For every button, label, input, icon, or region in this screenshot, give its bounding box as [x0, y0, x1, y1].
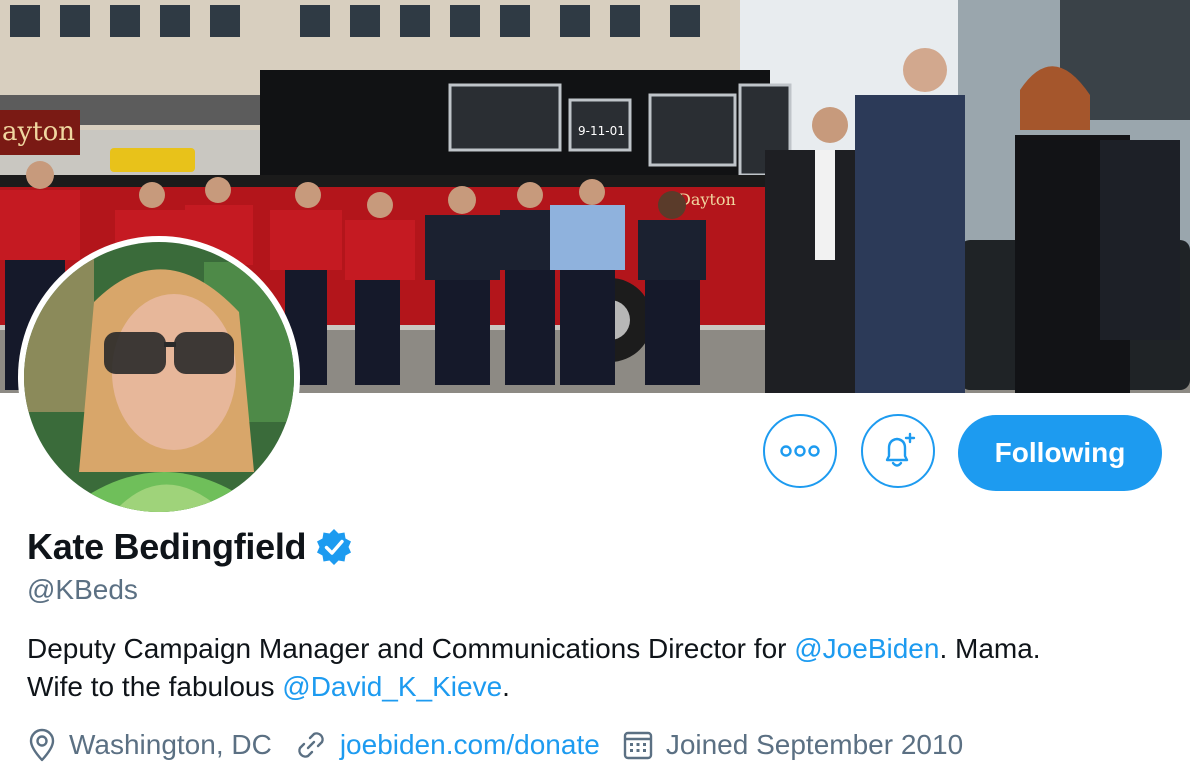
- bio-text: Wife to the fabulous: [27, 671, 283, 702]
- profile-name-row: Kate Bedingfield: [27, 526, 354, 568]
- website-link[interactable]: joebiden.com/donate: [340, 729, 600, 761]
- more-icon: [780, 445, 820, 457]
- notifications-button[interactable]: [861, 414, 935, 488]
- joined-item: Joined September 2010: [622, 729, 963, 761]
- location-text: Washington, DC: [69, 729, 272, 760]
- avatar-photo: [24, 242, 294, 512]
- verified-badge-icon: [314, 527, 354, 567]
- profile-bio: Deputy Campaign Manager and Communicatio…: [27, 630, 1167, 706]
- truck-door-lettering: Dayton: [678, 190, 736, 209]
- bell-plus-icon: [885, 432, 916, 467]
- website-item: joebiden.com/donate: [294, 728, 600, 762]
- joined-text: Joined September 2010: [665, 729, 964, 760]
- location-pin-icon: [29, 728, 55, 762]
- mention-link[interactable]: @David_K_Kieve: [282, 671, 502, 702]
- profile-display-name: Kate Bedingfield: [27, 526, 307, 567]
- truck-sign: 9-11-01: [578, 124, 625, 138]
- bio-text: .: [502, 671, 510, 702]
- bio-text: Deputy Campaign Manager and Communicatio…: [27, 633, 795, 664]
- following-button[interactable]: Following: [958, 415, 1162, 491]
- truck-lettering: ayton: [2, 117, 75, 147]
- profile-handle: @KBeds: [27, 574, 138, 605]
- calendar-icon: [623, 731, 653, 760]
- profile-avatar[interactable]: [18, 236, 300, 518]
- link-icon: [298, 732, 324, 758]
- location-item: Washington, DC: [27, 728, 272, 762]
- bio-text: . Mama.: [939, 633, 1041, 664]
- more-options-button[interactable]: [763, 414, 837, 488]
- profile-meta-row: Washington, DC joebiden.com/donate Joine…: [27, 728, 985, 762]
- mention-link[interactable]: @JoeBiden: [794, 633, 939, 664]
